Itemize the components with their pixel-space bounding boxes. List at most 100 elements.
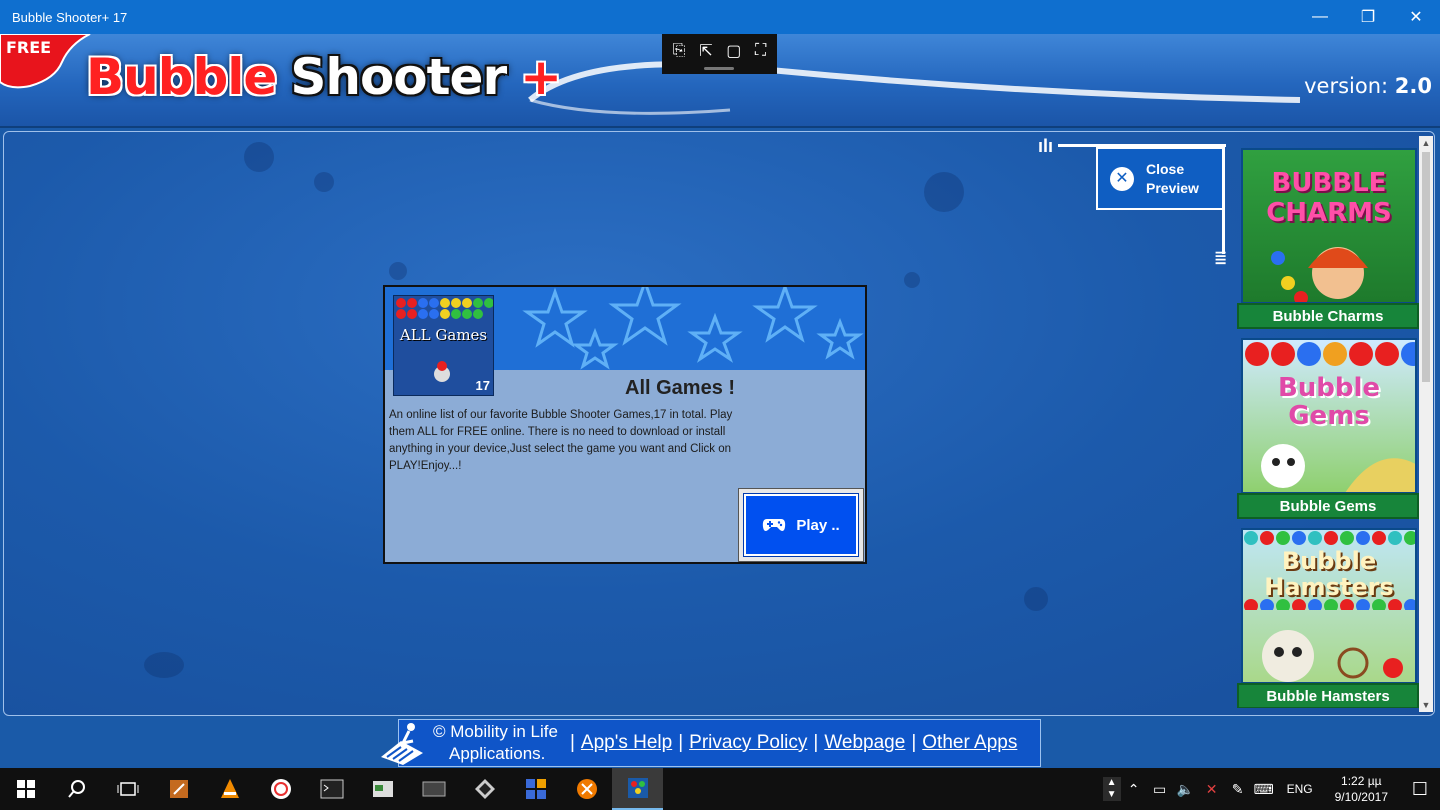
close-preview-label-1: Close <box>1146 160 1185 177</box>
hamster-illustration <box>1262 630 1403 682</box>
game-list-scrollbar[interactable]: ▲ ▼ <box>1419 136 1433 712</box>
tile-art-text: Bubble Hamsters <box>1264 547 1394 601</box>
game-description: An online list of our favorite Bubble Sh… <box>389 409 733 472</box>
histogram-icon[interactable]: ılı <box>1038 136 1053 157</box>
network-icon[interactable]: ✕ <box>1199 781 1225 798</box>
freeform-snip-icon[interactable]: ⇱ <box>699 41 712 61</box>
scroll-up-arrow[interactable]: ▲ <box>1419 136 1433 150</box>
game-tile-label: Bubble Hamsters <box>1237 683 1419 708</box>
app-edit-icon[interactable] <box>153 768 204 810</box>
pen-icon[interactable]: ✎ <box>1225 781 1251 798</box>
system-tray: ▲ ▼ ⌃ ▭ 🔈 ✕ ✎ ⌨ ENG 1:22 µµ 9/10/2017 ☐ <box>1102 768 1440 810</box>
close-preview-label-2: Preview <box>1146 179 1199 196</box>
webpage-link[interactable]: Webpage <box>824 732 905 754</box>
scroll-down-arrow[interactable]: ▼ <box>1419 698 1433 712</box>
creature-illustration <box>1261 444 1415 492</box>
version-label: version: <box>1304 74 1389 98</box>
terminal-icon[interactable] <box>306 768 357 810</box>
footer-separator: | <box>813 732 819 753</box>
swoosh-decoration <box>528 61 1301 115</box>
logo-word-bubble: Bubble <box>86 48 277 106</box>
task-view-icon[interactable] <box>102 768 153 810</box>
stack-icon[interactable]: ≣ <box>1214 248 1227 268</box>
copyright-line-1: © Mobility in Life <box>433 722 558 741</box>
decor-blob <box>1024 587 1048 611</box>
play-button[interactable]: Play .. <box>738 488 864 562</box>
game-thumbnail[interactable]: ALL Games 17 <box>393 295 494 396</box>
game-image: Bubble Gems <box>1241 338 1417 494</box>
volume-icon[interactable]: 🔈 <box>1173 781 1199 798</box>
company-logo-icon <box>381 723 423 765</box>
taskbar-scroll-icon[interactable]: ▲ ▼ <box>1102 777 1121 801</box>
window-title: Bubble Shooter+ 17 <box>12 9 128 25</box>
chevron-up-icon[interactable]: ⌃ <box>1121 781 1147 798</box>
game-image: Bubble Hamsters <box>1241 528 1417 684</box>
game-tile-bubble-charms[interactable]: BUBBLE CHARMS Bubble Charms <box>1237 148 1419 330</box>
close-window-button[interactable]: ✕ <box>1392 0 1440 34</box>
decor-blob <box>389 262 407 280</box>
other-apps-link[interactable]: Other Apps <box>922 732 1017 754</box>
game-tile-bubble-gems[interactable]: Bubble Gems Bubble Gems <box>1237 338 1419 520</box>
clock-time: 1:22 µµ <box>1341 774 1382 788</box>
clock[interactable]: 1:22 µµ 9/10/2017 <box>1335 773 1388 805</box>
app-x-icon[interactable] <box>561 768 612 810</box>
featured-game-card: ALL Games 17 All Games ! An online list … <box>383 285 867 564</box>
close-icon: ✕ <box>1110 166 1134 191</box>
notification-icon[interactable]: ☐ <box>1400 779 1440 800</box>
decor-blob <box>244 142 274 172</box>
restore-button[interactable]: ❐ <box>1344 0 1392 34</box>
app-tablet-icon[interactable] <box>408 768 459 810</box>
scroll-thumb[interactable] <box>1422 152 1430 382</box>
vlc-icon[interactable] <box>204 768 255 810</box>
app-help-link[interactable]: App's Help <box>581 732 672 754</box>
thumbnail-title: ALL Games <box>399 326 488 344</box>
toolbar-grab-handle[interactable] <box>704 67 734 70</box>
game-tile-bubble-hamsters[interactable]: Bubble Hamsters Bubble Hamsters <box>1237 528 1419 708</box>
new-snip-icon[interactable]: ⎘ <box>673 42 686 60</box>
tile-art-text: BUBBLE CHARMS <box>1266 168 1392 228</box>
decor-blob <box>314 172 334 192</box>
decor-blob <box>144 652 184 678</box>
copyright-text: © Mobility in Life Applications. <box>433 721 558 765</box>
taskbar: ▲ ▼ ⌃ ▭ 🔈 ✕ ✎ ⌨ ENG 1:22 µµ 9/10/2017 ☐ <box>0 768 1440 810</box>
snip-toolbar: ⎘ ⇱ ▢ ⛶ <box>662 34 777 74</box>
footer-separator: | <box>911 732 917 753</box>
app-circle-icon[interactable] <box>255 768 306 810</box>
rect-snip-icon[interactable]: ▢ <box>726 41 741 61</box>
gamepad-icon <box>763 519 786 531</box>
thumbnail-count: 17 <box>475 378 490 393</box>
privacy-policy-link[interactable]: Privacy Policy <box>689 732 807 754</box>
bubble-row <box>1245 342 1415 366</box>
copyright-line-2: Applications. <box>449 744 546 763</box>
keyboard-icon[interactable]: ⌨ <box>1251 781 1277 798</box>
app-logo: Bubble Shooter + <box>86 48 562 106</box>
app-diamond-icon[interactable] <box>459 768 510 810</box>
decor-blob <box>904 272 920 288</box>
app-window-icon[interactable] <box>357 768 408 810</box>
app-tiles-icon[interactable] <box>510 768 561 810</box>
character-illustration <box>1271 247 1368 302</box>
shooter-icon <box>434 361 450 382</box>
search-icon[interactable] <box>51 768 102 810</box>
minimize-button[interactable]: — <box>1296 0 1344 34</box>
start-icon[interactable] <box>0 768 51 810</box>
bubble-shooter-taskbar-icon[interactable] <box>612 768 663 810</box>
footer-bar: © Mobility in Life Applications. | App's… <box>381 719 1041 767</box>
tile-art-text: Bubble Gems <box>1277 373 1381 431</box>
game-title: All Games ! <box>625 377 736 399</box>
decor-blob <box>924 172 964 212</box>
game-image: BUBBLE CHARMS <box>1241 148 1417 304</box>
logo-word-shooter: Shooter <box>290 48 507 106</box>
free-badge: FREE <box>0 34 92 90</box>
play-button-label: Play .. <box>796 516 840 534</box>
battery-icon[interactable]: ▭ <box>1147 781 1173 798</box>
footer-separator: | <box>569 732 575 753</box>
window-titlebar: Bubble Shooter+ 17 — ❐ ✕ <box>0 0 1440 34</box>
close-preview-button[interactable]: ✕ Close Preview <box>1096 147 1224 210</box>
clock-date: 9/10/2017 <box>1334 790 1388 804</box>
game-tile-label: Bubble Gems <box>1237 493 1419 519</box>
language-indicator[interactable]: ENG <box>1287 782 1313 796</box>
version-value: 2.0 <box>1394 74 1432 98</box>
game-tile-label: Bubble Charms <box>1237 303 1419 329</box>
window-snip-icon[interactable]: ⛶ <box>755 42 766 60</box>
